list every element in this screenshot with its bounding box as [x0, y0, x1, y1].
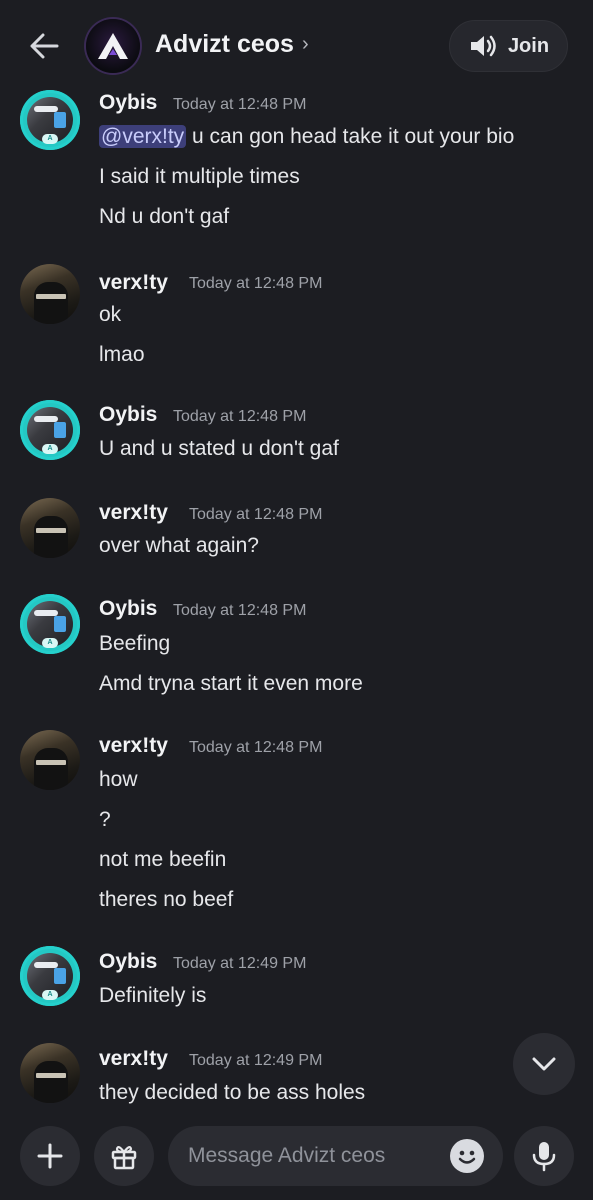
avatar-detail [54, 616, 66, 632]
avatar-badge: A [42, 444, 58, 454]
message-line: theres no beef [99, 888, 234, 911]
timestamp: Today at 12:49 PM [189, 1052, 323, 1069]
message-group[interactable]: A Oybis Today at 12:48 PM Beefing Amd tr… [0, 592, 593, 702]
author-name[interactable]: verx!ty [99, 734, 168, 758]
timestamp: Today at 12:48 PM [189, 506, 323, 523]
channel-header: Advizt ceos › Join [0, 0, 593, 88]
avatar-photo [34, 282, 68, 324]
gift-icon [111, 1146, 137, 1170]
message-text: u can gon head take it out your bio [192, 125, 515, 148]
message-group[interactable]: verx!ty Today at 12:49 PM they decided t… [0, 1042, 593, 1110]
message-line: lmao [99, 343, 145, 366]
message-line: Beefing [99, 632, 171, 655]
avatar-detail [36, 1073, 66, 1078]
join-label: Join [507, 34, 550, 57]
message-line: ok [99, 303, 122, 326]
timestamp: Today at 12:48 PM [173, 96, 307, 113]
server-icon[interactable] [86, 19, 140, 73]
message-line: Nd u don't gaf [99, 205, 230, 228]
avatar-detail [54, 422, 66, 438]
avatar-detail [36, 528, 66, 533]
message-line: @verx!ty u can gon head take it out your… [99, 125, 514, 149]
timestamp: Today at 12:48 PM [189, 739, 323, 756]
message-line: not me beefin [99, 848, 227, 871]
author-name[interactable]: verx!ty [99, 271, 168, 295]
join-voice-button[interactable]: Join [449, 20, 568, 72]
message-group[interactable]: verx!ty Today at 12:48 PM over what agai… [0, 496, 593, 566]
author-name[interactable]: verx!ty [99, 1047, 168, 1071]
avatar-detail [34, 610, 58, 616]
avatar-photo [34, 1061, 68, 1103]
message-line: Amd tryna start it even more [99, 672, 363, 695]
avatar[interactable] [20, 498, 80, 558]
avatar[interactable]: A [20, 594, 80, 654]
jump-to-latest-button[interactable] [513, 1033, 575, 1095]
timestamp: Today at 12:48 PM [189, 275, 323, 292]
avatar-badge: A [42, 990, 58, 1000]
message-line: ? [99, 808, 111, 831]
message-group[interactable]: verx!ty Today at 12:48 PM how ? not me b… [0, 728, 593, 918]
author-name[interactable]: Oybis [99, 91, 157, 115]
avatar-photo [34, 748, 68, 790]
avatar-detail [34, 416, 58, 422]
emoji-button[interactable] [450, 1139, 484, 1173]
author-name[interactable]: Oybis [99, 950, 157, 974]
message-line: how [99, 768, 138, 791]
message-line: U and u stated u don't gaf [99, 437, 339, 460]
voice-message-button[interactable] [514, 1126, 574, 1186]
user-mention[interactable]: @verx!ty [99, 125, 187, 148]
message-group[interactable]: A Oybis Today at 12:49 PM Definitely is [0, 944, 593, 1014]
message-composer [0, 1110, 593, 1200]
author-name[interactable]: verx!ty [99, 501, 168, 525]
chevron-down-icon [532, 1057, 556, 1071]
avatar[interactable] [20, 264, 80, 324]
chevron-right-icon: › [301, 33, 309, 55]
add-attachment-button[interactable] [20, 1126, 80, 1186]
avatar-detail [54, 968, 66, 984]
server-logo-icon [98, 33, 128, 59]
arrow-left-icon [30, 33, 59, 59]
avatar[interactable]: A [20, 400, 80, 460]
timestamp: Today at 12:48 PM [173, 602, 307, 619]
avatar[interactable] [20, 1043, 80, 1103]
timestamp: Today at 12:49 PM [173, 955, 307, 972]
channel-title[interactable]: Advizt ceos › [155, 30, 309, 59]
message-list[interactable]: A Oybis Today at 12:48 PM @verx!ty u can… [0, 88, 593, 1110]
avatar[interactable]: A [20, 90, 80, 150]
avatar-detail [34, 962, 58, 968]
timestamp: Today at 12:48 PM [173, 408, 307, 425]
channel-title-text: Advizt ceos [155, 30, 294, 58]
avatar[interactable]: A [20, 946, 80, 1006]
avatar-detail [36, 760, 66, 765]
speaker-icon [470, 35, 496, 57]
message-group[interactable]: verx!ty Today at 12:48 PM ok lmao [0, 264, 593, 366]
avatar-detail [54, 112, 66, 128]
author-name[interactable]: Oybis [99, 403, 157, 427]
message-group[interactable]: A Oybis Today at 12:48 PM U and u stated… [0, 398, 593, 468]
avatar-badge: A [42, 134, 58, 144]
avatar[interactable] [20, 730, 80, 790]
gift-button[interactable] [94, 1126, 154, 1186]
microphone-icon [532, 1142, 556, 1172]
avatar-photo [34, 516, 68, 558]
avatar-badge: A [42, 638, 58, 648]
message-line: I said it multiple times [99, 165, 300, 188]
message-line: over what again? [99, 534, 259, 557]
author-name[interactable]: Oybis [99, 597, 157, 621]
plus-icon [37, 1143, 63, 1169]
message-line: they decided to be ass holes [99, 1081, 366, 1104]
emoji-icon [458, 1150, 476, 1164]
avatar-detail [34, 106, 58, 112]
message-line: Definitely is [99, 984, 207, 1007]
avatar-detail [36, 294, 66, 299]
message-group[interactable]: A Oybis Today at 12:48 PM @verx!ty u can… [0, 88, 593, 248]
back-button[interactable] [22, 24, 66, 68]
